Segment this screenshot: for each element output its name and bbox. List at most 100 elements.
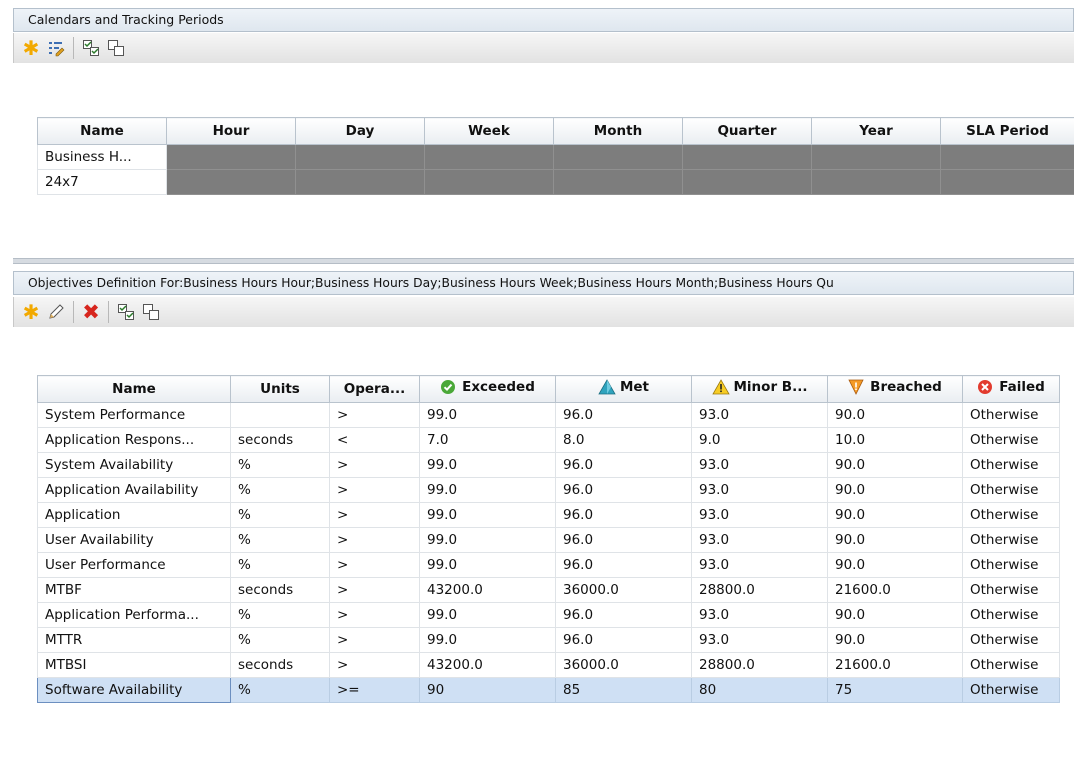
table-row[interactable]: Software Availability% >= 90 85 80 75 Otherwis… [37, 677, 1060, 703]
tracking-period-cell[interactable] [295, 169, 425, 195]
table-row[interactable]: User Availability% >99.0 96.0 93.0 90.0 Other… [37, 527, 1060, 553]
minor-breached-cell[interactable]: 93.0 [691, 627, 828, 653]
tracking-period-cell[interactable] [424, 169, 554, 195]
column-header-week[interactable]: Week [424, 117, 554, 145]
minor-breached-cell[interactable]: 93.0 [691, 477, 828, 503]
units-cell[interactable]: % [230, 502, 330, 528]
failed-cell[interactable]: Otherwise [962, 652, 1060, 678]
operator-cell[interactable]: > [329, 502, 420, 528]
minor-breached-cell[interactable]: 93.0 [691, 527, 828, 553]
tracking-period-cell[interactable] [424, 144, 554, 170]
minor-breached-cell[interactable]: 93.0 [691, 602, 828, 628]
operator-cell[interactable]: > [329, 402, 420, 428]
column-header-quarter[interactable]: Quarter [682, 117, 812, 145]
column-header-minor-b[interactable]: Minor B... [691, 375, 828, 403]
failed-cell[interactable]: Otherwise [962, 677, 1060, 703]
name-cell[interactable]: User Availability [37, 527, 231, 553]
table-row[interactable]: Application Availability% >99.0 96.0 93.0 90… [37, 477, 1060, 503]
table-row[interactable]: System Availability% >99.0 96.0 93.0 90.0 Oth… [37, 452, 1060, 478]
exceeded-cell[interactable]: 43200.0 [419, 652, 556, 678]
breached-cell[interactable]: 90.0 [827, 477, 963, 503]
tracking-period-cell[interactable] [166, 169, 296, 195]
calendar-name-cell[interactable]: 24x7 [37, 169, 167, 195]
table-row[interactable]: System Performance >99.0 96.0 93.0 90.0 Other… [37, 402, 1060, 428]
minor-breached-cell[interactable]: 93.0 [691, 502, 828, 528]
name-cell[interactable]: MTTR [37, 627, 231, 653]
units-cell[interactable]: seconds [230, 652, 330, 678]
failed-cell[interactable]: Otherwise [962, 502, 1060, 528]
met-cell[interactable]: 96.0 [555, 502, 692, 528]
units-cell[interactable]: seconds [230, 427, 330, 453]
column-header-name[interactable]: Name [37, 117, 167, 145]
column-header-met[interactable]: Met [555, 375, 692, 403]
breached-cell[interactable]: 90.0 [827, 402, 963, 428]
tracking-period-cell[interactable] [940, 144, 1074, 170]
failed-cell[interactable]: Otherwise [962, 577, 1060, 603]
name-cell[interactable]: MTBSI [37, 652, 231, 678]
units-cell[interactable]: seconds [230, 577, 330, 603]
column-header-exceeded[interactable]: Exceeded [419, 375, 556, 403]
name-cell[interactable]: System Performance [37, 402, 231, 428]
failed-cell[interactable]: Otherwise [962, 552, 1060, 578]
units-cell[interactable]: % [230, 602, 330, 628]
failed-cell[interactable]: Otherwise [962, 427, 1060, 453]
column-header-year[interactable]: Year [811, 117, 941, 145]
name-cell[interactable]: Application [37, 502, 231, 528]
operator-cell[interactable]: > [329, 452, 420, 478]
exceeded-cell[interactable]: 99.0 [419, 502, 556, 528]
copy-button[interactable] [105, 37, 127, 59]
table-row[interactable]: 24x7 [37, 169, 1074, 195]
minor-breached-cell[interactable]: 93.0 [691, 452, 828, 478]
operator-cell[interactable]: > [329, 602, 420, 628]
name-cell[interactable]: User Performance [37, 552, 231, 578]
select-all-button[interactable] [80, 37, 102, 59]
minor-breached-cell[interactable]: 28800.0 [691, 652, 828, 678]
table-row[interactable]: MTTR% >99.0 96.0 93.0 90.0 Otherwise [37, 627, 1060, 653]
minor-breached-cell[interactable]: 28800.0 [691, 577, 828, 603]
tracking-period-cell[interactable] [811, 144, 941, 170]
table-row[interactable]: Application Respons... seconds <7.0 8.0 9.0 1… [37, 427, 1060, 453]
edit-objective-button[interactable] [45, 301, 67, 323]
name-cell[interactable]: Application Availability [37, 477, 231, 503]
minor-breached-cell[interactable]: 80 [691, 677, 828, 703]
met-cell[interactable]: 96.0 [555, 627, 692, 653]
units-cell[interactable]: % [230, 452, 330, 478]
units-cell[interactable]: % [230, 477, 330, 503]
failed-cell[interactable]: Otherwise [962, 452, 1060, 478]
column-header-breached[interactable]: Breached [827, 375, 963, 403]
failed-cell[interactable]: Otherwise [962, 602, 1060, 628]
operator-cell[interactable]: > [329, 552, 420, 578]
table-row[interactable]: Application Performa...% >99.0 96.0 93.0 90.… [37, 602, 1060, 628]
minor-breached-cell[interactable]: 93.0 [691, 552, 828, 578]
failed-cell[interactable]: Otherwise [962, 477, 1060, 503]
breached-cell[interactable]: 90.0 [827, 452, 963, 478]
breached-cell[interactable]: 75 [827, 677, 963, 703]
tracking-period-cell[interactable] [682, 169, 812, 195]
tracking-period-cell[interactable] [811, 169, 941, 195]
name-cell[interactable]: System Availability [37, 452, 231, 478]
delete-objective-button[interactable]: ✖ [80, 301, 102, 323]
new-calendar-button[interactable]: ✱ [20, 37, 42, 59]
exceeded-cell[interactable]: 99.0 [419, 402, 556, 428]
breached-cell[interactable]: 10.0 [827, 427, 963, 453]
exceeded-cell[interactable]: 99.0 [419, 527, 556, 553]
met-cell[interactable]: 96.0 [555, 527, 692, 553]
operator-cell[interactable]: > [329, 577, 420, 603]
operator-cell[interactable]: > [329, 527, 420, 553]
units-cell[interactable] [230, 402, 330, 428]
breached-cell[interactable]: 90.0 [827, 527, 963, 553]
met-cell[interactable]: 96.0 [555, 552, 692, 578]
tracking-period-cell[interactable] [553, 144, 683, 170]
tracking-period-cell[interactable] [940, 169, 1074, 195]
table-row[interactable]: MTBF seconds >43200.0 36000.0 28800.0 21600.0… [37, 577, 1060, 603]
table-row[interactable]: MTBSI seconds >43200.0 36000.0 28800.0 21600.… [37, 652, 1060, 678]
select-all-button[interactable] [115, 301, 137, 323]
copy-button[interactable] [140, 301, 162, 323]
breached-cell[interactable]: 90.0 [827, 502, 963, 528]
met-cell[interactable]: 85 [555, 677, 692, 703]
met-cell[interactable]: 96.0 [555, 452, 692, 478]
exceeded-cell[interactable]: 90 [419, 677, 556, 703]
tracking-period-cell[interactable] [166, 144, 296, 170]
minor-breached-cell[interactable]: 93.0 [691, 402, 828, 428]
breached-cell[interactable]: 21600.0 [827, 652, 963, 678]
